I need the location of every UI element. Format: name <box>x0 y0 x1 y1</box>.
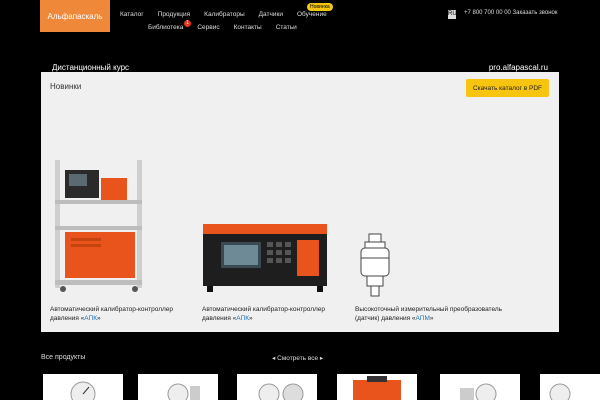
carousel-thumb-4[interactable] <box>337 374 417 400</box>
panel-title: Новинки <box>50 82 82 91</box>
promo-site-link[interactable]: pro.alfapascal.ru <box>489 63 548 72</box>
product-1-text: Автоматический калибратор-контроллер дав… <box>50 306 174 322</box>
product-image-rack-calibrator[interactable] <box>51 160 146 292</box>
gauge-icon <box>258 383 304 400</box>
new-products-panel: Новинки Скачать каталог в PDF Автоматиче… <box>41 72 559 332</box>
carousel-nav[interactable]: ◂ Смотреть все ▸ <box>272 354 323 362</box>
nav-item-service[interactable]: Сервис <box>197 24 219 31</box>
logo[interactable]: Альфапаскаль <box>40 0 110 32</box>
gauge-icon <box>460 383 497 400</box>
product-2-link[interactable]: АПК <box>236 315 249 322</box>
product-card-3[interactable]: Высокоточный измерительный преобразовате… <box>355 306 505 324</box>
language-switcher[interactable]: RU <box>448 10 457 19</box>
product-2-end: » <box>249 314 253 322</box>
nav-item-articles[interactable]: Статьи <box>276 24 297 31</box>
product-card-1[interactable]: Автоматический калибратор-контроллер дав… <box>50 306 180 324</box>
top-nav: Каталог Продукция Калибраторы Датчики Об… <box>120 11 327 18</box>
product-card-2[interactable]: Автоматический калибратор-контроллер дав… <box>202 306 342 324</box>
product-image-benchtop-calibrator[interactable] <box>201 224 331 296</box>
nav-item-contacts[interactable]: Контакты <box>234 24 262 31</box>
gauge-icon <box>70 381 96 400</box>
secondary-nav: Библиотека Сервис Контакты Статьи <box>148 24 297 31</box>
carousel-thumb-3[interactable] <box>237 374 317 400</box>
all-products-title: Все продукты <box>41 354 86 361</box>
calibrator-icon <box>353 376 401 400</box>
carousel-thumb-5[interactable] <box>440 374 520 400</box>
gauge-icon <box>549 383 571 400</box>
nav-item-training[interactable]: Обучение <box>297 11 327 18</box>
product-3-end: » <box>429 314 434 322</box>
nav-item-catalog[interactable]: Каталог <box>120 11 144 18</box>
carousel-thumb-2[interactable] <box>138 374 218 400</box>
nav-item-calibrators[interactable]: Калибраторы <box>204 11 244 18</box>
nav-item-sensors[interactable]: Датчики <box>259 11 283 18</box>
carousel-thumb-6[interactable] <box>540 374 600 400</box>
gauge-icon <box>167 383 200 400</box>
nav-item-library[interactable]: Библиотека <box>148 24 183 31</box>
product-1-end: » <box>97 314 101 322</box>
product-2-text: Автоматический калибратор-контроллер дав… <box>202 306 326 322</box>
product-3-link[interactable]: АПМ <box>416 315 430 322</box>
download-catalog-button[interactable]: Скачать каталог в PDF <box>466 79 549 97</box>
promo-course-link[interactable]: Дистанционный курс <box>52 63 129 72</box>
notification-count-badge: 1 <box>184 20 191 27</box>
nav-item-products[interactable]: Продукция <box>158 11 191 18</box>
product-1-link[interactable]: АПК <box>84 315 97 322</box>
header-contact[interactable]: +7 800 700 00 00 Заказать звонок <box>464 10 558 16</box>
new-badge: Новинка <box>307 3 333 11</box>
carousel-thumb-1[interactable] <box>43 374 123 400</box>
product-image-pressure-sensor[interactable] <box>355 232 395 298</box>
